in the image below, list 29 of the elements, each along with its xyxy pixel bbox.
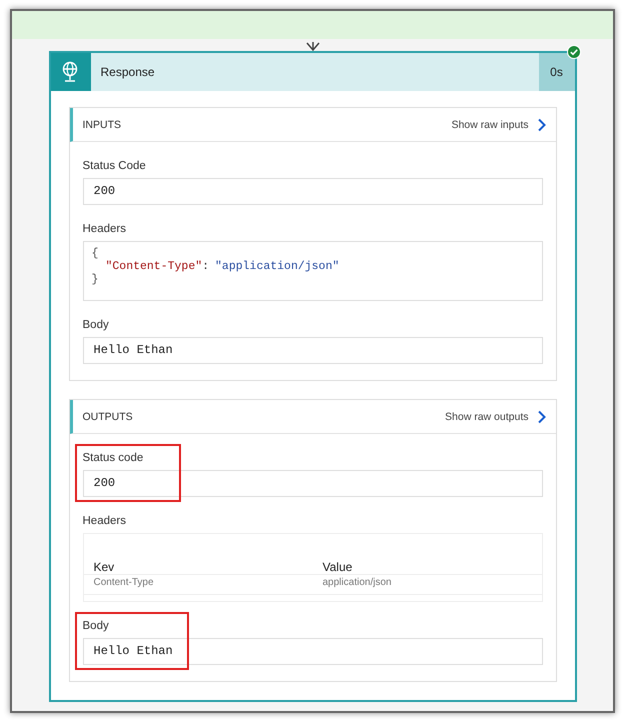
field-label: Status code	[82, 452, 144, 464]
table-cell-text: application/json	[322, 576, 392, 590]
value-field: Hello Ethan	[82, 638, 542, 665]
section-title: OUTPUTS	[82, 410, 133, 422]
field-label: Body	[82, 620, 110, 632]
value-field: 200	[82, 470, 542, 497]
field-label: Headers	[82, 223, 127, 235]
card-header[interactable]: Response 0s	[50, 53, 574, 91]
field-label: Body	[82, 319, 110, 331]
field-label: Headers	[82, 515, 127, 527]
section-title: INPUTS	[82, 118, 122, 130]
duration-label: 0s	[538, 53, 574, 91]
value-field: Hello Ethan	[82, 337, 542, 364]
raw-link[interactable]: Show raw outputs	[445, 410, 546, 424]
table-cell-text: Content-Type	[92, 576, 155, 590]
arrow-icon	[306, 42, 320, 52]
action-title: Response	[100, 65, 156, 79]
field-label: Status Code	[82, 160, 147, 172]
chevron-right-icon	[536, 410, 546, 424]
json-brace: }	[92, 273, 100, 286]
raw-link[interactable]: Show raw inputs	[451, 118, 546, 132]
column-header: Kev	[92, 560, 116, 574]
chevron-right-icon	[536, 118, 546, 132]
column-header: Value	[322, 560, 354, 574]
json-brace: {	[92, 247, 100, 260]
json-key: "Content-Type"	[106, 260, 202, 273]
json-value: "application/json"	[215, 260, 340, 273]
value-field: 200	[82, 178, 542, 205]
json-colon: :	[202, 260, 210, 273]
